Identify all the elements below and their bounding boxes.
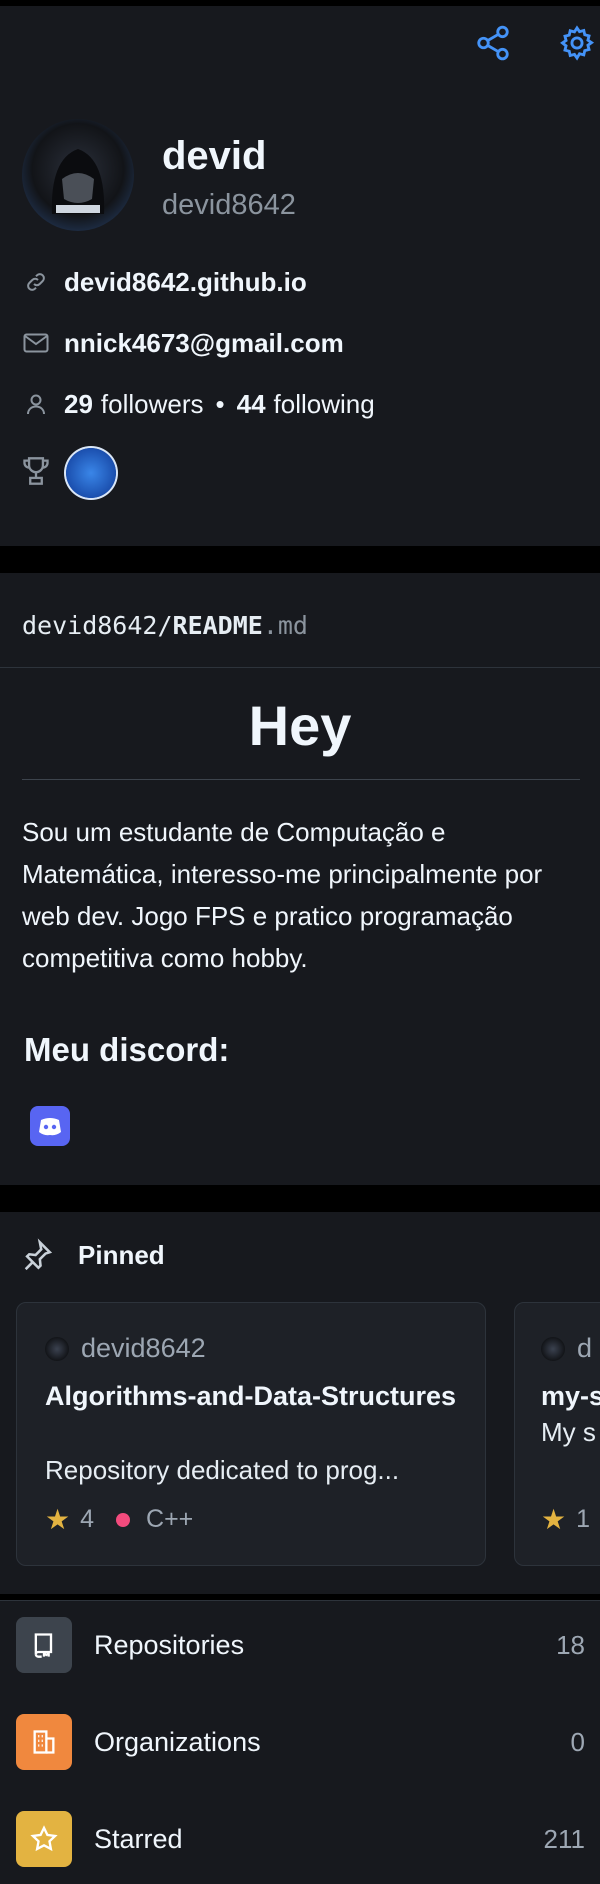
card-meta: ★ 1 xyxy=(541,1503,590,1536)
pinned-card[interactable]: devid8642 Algorithms-and-Data-Structures… xyxy=(16,1302,486,1566)
pin-icon xyxy=(20,1238,54,1272)
website-link[interactable]: devid8642.github.io xyxy=(64,267,307,298)
card-stars: 1 xyxy=(576,1505,591,1533)
followers-row[interactable]: 29 followers • 44 following xyxy=(22,386,375,422)
readme-path[interactable]: devid8642/README.md xyxy=(22,611,308,640)
followers-label[interactable]: followers xyxy=(101,389,204,420)
card-owner: d xyxy=(541,1333,592,1364)
list-count: 18 xyxy=(556,1629,585,1660)
following-label[interactable]: following xyxy=(274,389,375,420)
star-icon: ★ xyxy=(541,1504,567,1535)
owner-avatar xyxy=(541,1336,565,1361)
card-repo-name[interactable]: my-s xyxy=(541,1377,600,1415)
email-link[interactable]: nnick4673@gmail.com xyxy=(64,328,344,359)
card-repo-name[interactable]: Algorithms-and-Data-Structures xyxy=(45,1377,475,1415)
profile-header: devid devid8642 devid8642.github.io nnic… xyxy=(0,6,600,546)
list-label: Organizations xyxy=(94,1726,261,1757)
gear-icon[interactable] xyxy=(558,24,596,62)
organization-icon xyxy=(16,1714,72,1770)
owner-avatar xyxy=(45,1336,69,1361)
website-row[interactable]: devid8642.github.io xyxy=(22,264,307,300)
separator-dot: • xyxy=(215,388,225,419)
share-icon[interactable] xyxy=(474,24,512,62)
star-icon xyxy=(16,1811,72,1867)
list-item-starred[interactable]: Starred 211 xyxy=(0,1794,600,1884)
heading-rule xyxy=(22,779,580,780)
link-icon xyxy=(22,268,50,296)
profile-lists: Repositories 18 Organizations 0 Starred … xyxy=(0,1600,600,1884)
readme-path-file: README xyxy=(172,611,263,640)
list-count: 0 xyxy=(570,1726,585,1757)
readme-section: devid8642/README.md Hey Sou um estudante… xyxy=(0,573,600,1185)
card-stars: 4 xyxy=(80,1505,95,1533)
pinned-card[interactable]: d my-s My s ★ 1 xyxy=(514,1302,600,1566)
readme-path-user: devid8642/ xyxy=(22,611,173,640)
following-count[interactable]: 44 xyxy=(237,389,266,420)
discord-icon[interactable] xyxy=(30,1106,70,1146)
repo-icon xyxy=(16,1617,72,1673)
list-count: 211 xyxy=(543,1823,585,1854)
list-label: Starred xyxy=(94,1823,183,1854)
card-owner: devid8642 xyxy=(45,1333,206,1364)
divider xyxy=(0,667,600,668)
card-language: C++ xyxy=(146,1505,194,1533)
card-owner-name: d xyxy=(577,1333,593,1363)
discord-heading: Meu discord: xyxy=(24,1031,230,1068)
email-row[interactable]: nnick4673@gmail.com xyxy=(22,325,344,361)
list-item-organizations[interactable]: Organizations 0 xyxy=(0,1697,600,1787)
profile-name: devid xyxy=(162,134,267,178)
card-description: Repository dedicated to prog... xyxy=(45,1455,400,1485)
mail-icon xyxy=(22,329,50,357)
readme-bio: Sou um estudante de Computação e Matemát… xyxy=(22,817,543,973)
list-label: Repositories xyxy=(94,1629,245,1660)
pinned-title: Pinned xyxy=(78,1240,165,1270)
trophy-icon xyxy=(22,456,50,486)
person-icon xyxy=(22,390,50,418)
card-description: My s xyxy=(541,1417,596,1447)
card-meta: ★ 4 C++ xyxy=(45,1503,193,1536)
achievement-badge[interactable] xyxy=(64,446,118,500)
pinned-section: Pinned devid8642 Algorithms-and-Data-Str… xyxy=(0,1212,600,1594)
profile-login: devid8642 xyxy=(162,189,296,221)
card-owner-name: devid8642 xyxy=(81,1333,206,1363)
language-color-dot xyxy=(116,1512,131,1527)
list-item-repositories[interactable]: Repositories 18 xyxy=(0,1600,600,1690)
readme-path-ext: .md xyxy=(262,611,308,640)
readme-heading: Hey xyxy=(248,694,352,757)
avatar[interactable] xyxy=(22,119,134,231)
star-icon: ★ xyxy=(45,1504,71,1535)
followers-count[interactable]: 29 xyxy=(64,389,93,420)
